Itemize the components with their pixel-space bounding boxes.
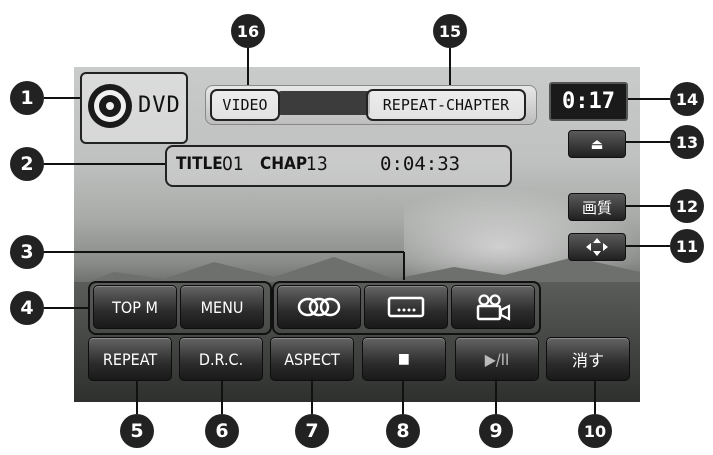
picture-quality-button[interactable]: 画質 [568, 193, 626, 221]
move-button[interactable] [568, 233, 626, 261]
repeat-mode-label: REPEAT-CHAPTER [366, 89, 526, 121]
title-number: 01 [222, 153, 244, 175]
aspect-button[interactable]: ASPECT [270, 337, 354, 381]
repeat-button[interactable]: REPEAT [88, 337, 172, 381]
source-label: VIDEO [210, 89, 280, 121]
top-menu-button[interactable]: TOP M [93, 285, 177, 329]
callout-14: 14 [670, 82, 704, 116]
callout-2: 2 [10, 147, 44, 181]
menu-button[interactable]: MENU [180, 285, 264, 329]
callout-lines [44, 48, 670, 414]
callout-13: 13 [670, 125, 704, 159]
clock: 0:17 [549, 82, 628, 121]
callout-1: 1 [10, 81, 44, 115]
play-pause-button[interactable]: ▶/II [455, 337, 539, 381]
disc-icon [88, 84, 132, 128]
title-label: TITLE [176, 154, 223, 174]
callout-7: 7 [295, 414, 329, 448]
elapsed-time: 0:04:33 [380, 153, 461, 175]
stop-button[interactable]: ■ [362, 337, 446, 381]
callout-6: 6 [205, 414, 239, 448]
status-progress [278, 91, 370, 115]
audio-button[interactable] [277, 285, 361, 329]
hide-button[interactable]: 消す [546, 337, 630, 381]
callout-10: 10 [578, 414, 612, 448]
callout-3: 3 [10, 235, 44, 269]
angle-icon [476, 294, 511, 321]
eject-button[interactable]: ⏏ [568, 130, 626, 158]
subtitle-button[interactable] [364, 285, 448, 329]
chapter-number: 13 [306, 153, 328, 175]
callout-15: 15 [433, 14, 467, 48]
subtitle-icon [387, 296, 425, 318]
callout-5: 5 [120, 414, 154, 448]
move-arrows-icon [586, 238, 608, 256]
audio-icon [297, 297, 341, 317]
callout-16: 16 [231, 14, 265, 48]
disc-type-label: DVD [138, 93, 181, 118]
angle-button[interactable] [451, 285, 535, 329]
drc-button[interactable]: D.R.C. [179, 337, 263, 381]
callout-12: 12 [670, 189, 704, 223]
chapter-label: CHAP [260, 154, 308, 174]
callout-8: 8 [386, 414, 420, 448]
callout-11: 11 [670, 229, 704, 263]
callout-4: 4 [10, 291, 44, 325]
callout-9: 9 [479, 414, 513, 448]
